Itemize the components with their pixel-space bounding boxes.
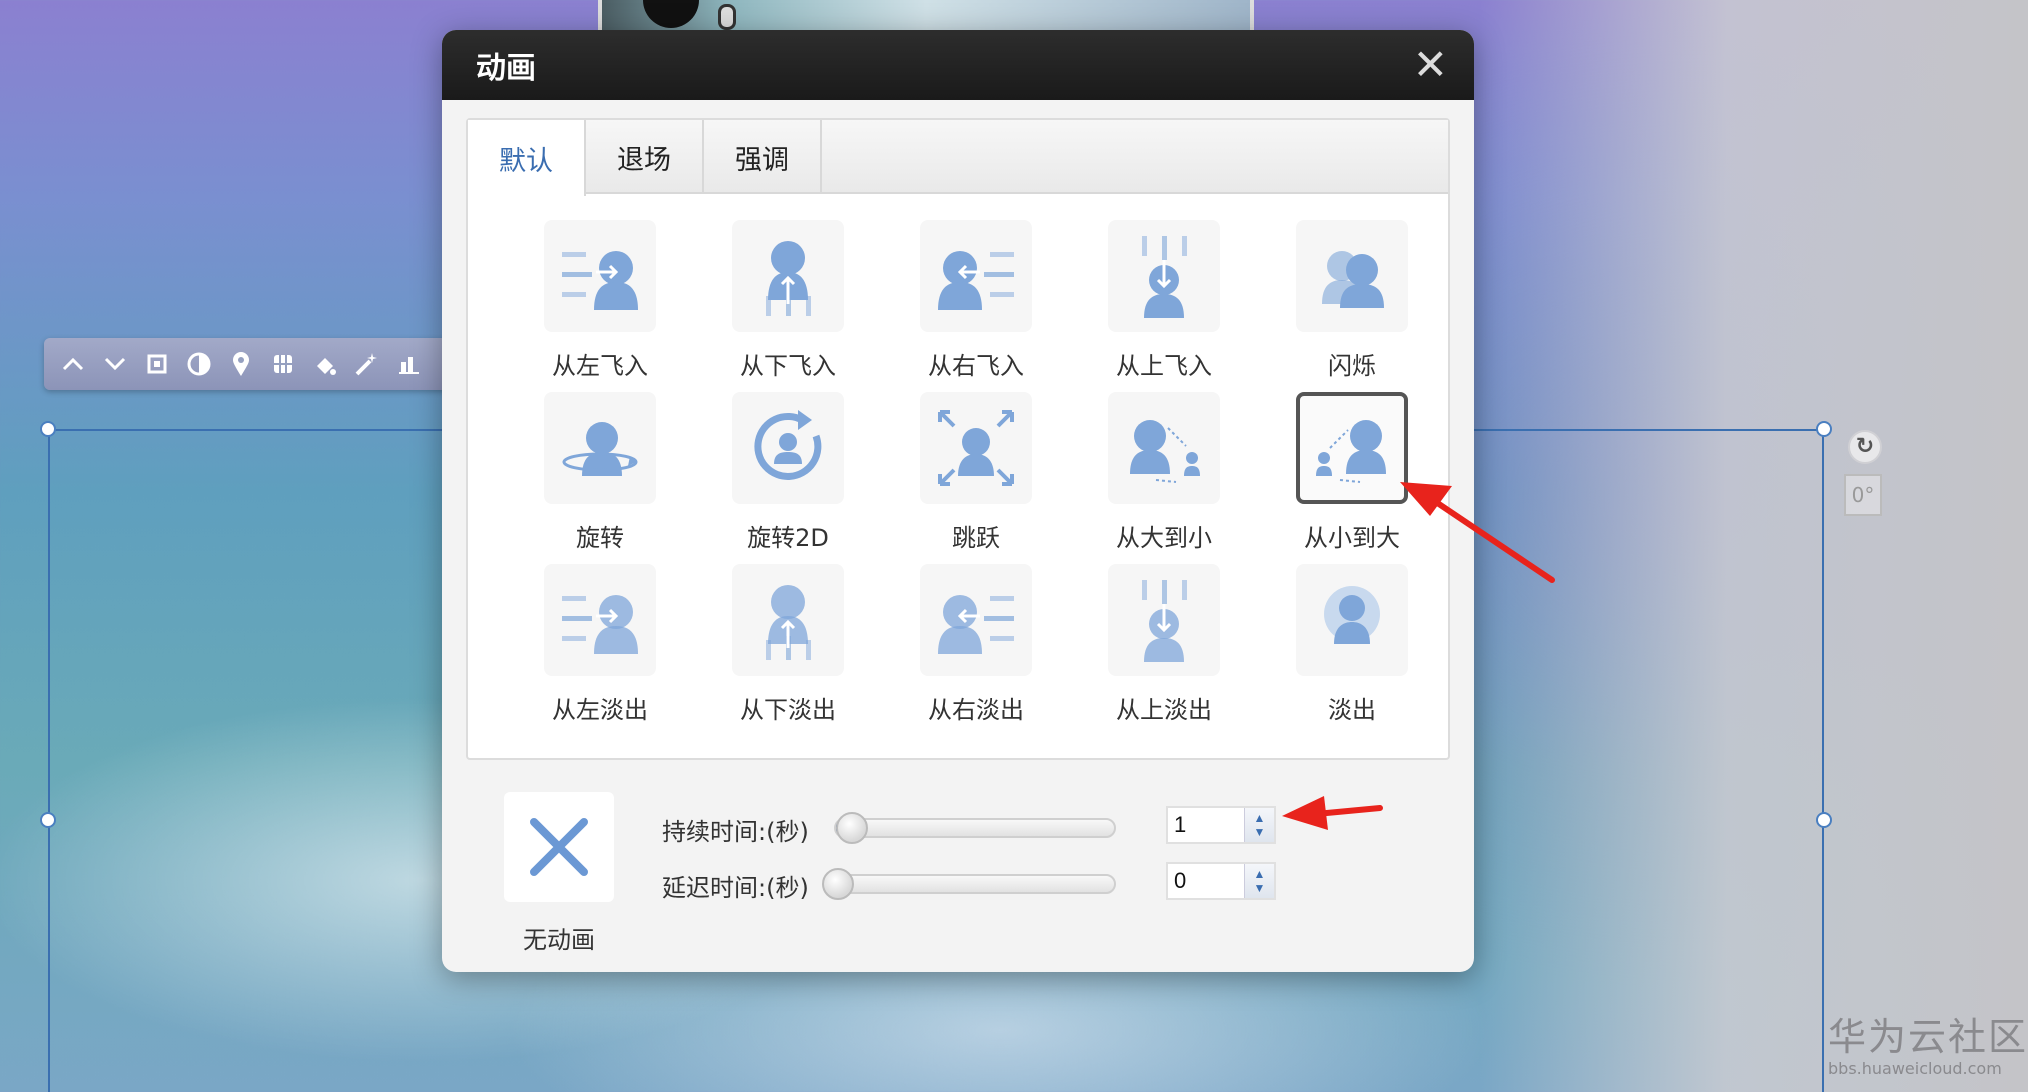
animation-option[interactable]: 从上淡出	[1070, 564, 1258, 736]
spin-down-icon[interactable]: ▼	[1254, 881, 1266, 895]
tab-bar: 默认 退场 强调	[468, 120, 1448, 196]
watermark-url: bbs.huaweicloud.com	[1828, 1059, 2002, 1078]
rotate-icon[interactable]	[544, 392, 656, 504]
animation-label: 淡出	[1328, 696, 1376, 724]
element-toolbar	[44, 338, 454, 390]
fade-out-left-icon[interactable]	[544, 564, 656, 676]
animation-option[interactable]: 从右飞入	[882, 220, 1070, 392]
resize-handle-top-right[interactable]	[1816, 421, 1832, 437]
duration-slider[interactable]	[834, 812, 1116, 844]
jump-icon[interactable]	[920, 392, 1032, 504]
duration-input[interactable]: 1 ▲ ▼	[1166, 806, 1276, 844]
crop-icon[interactable]	[142, 349, 172, 379]
animation-label: 从下飞入	[740, 352, 836, 380]
watermark: 华为云社区 bbs.huaweicloud.com	[1828, 1006, 2028, 1078]
animation-panel: 默认 退场 强调 从左飞入 从下飞入 从右飞入 从上飞入 闪烁 旋转 旋转2D …	[466, 118, 1450, 760]
delay-label: 延迟时间:(秒)	[662, 874, 809, 902]
animation-option[interactable]: 旋转	[506, 392, 694, 564]
animation-grid: 从左飞入 从下飞入 从右飞入 从上飞入 闪烁 旋转 旋转2D 跳跃 从大到小 从…	[506, 220, 1446, 736]
annotation-arrow-icon	[1282, 796, 1383, 830]
animation-option[interactable]: 跳跃	[882, 392, 1070, 564]
animation-label: 从左淡出	[552, 696, 648, 724]
fly-in-top-icon[interactable]	[1108, 220, 1220, 332]
animation-option[interactable]: 闪烁	[1258, 220, 1446, 392]
animation-option[interactable]: 从大到小	[1070, 392, 1258, 564]
annotation-arrow-icon	[1400, 482, 1555, 583]
animation-label: 旋转	[576, 524, 624, 552]
phone-flash	[718, 4, 736, 30]
fly-in-bottom-icon[interactable]	[732, 220, 844, 332]
duration-value: 1	[1174, 812, 1187, 837]
animation-option[interactable]: 从左淡出	[506, 564, 694, 736]
no-animation-label: 无动画	[523, 926, 595, 954]
delay-input[interactable]: 0 ▲ ▼	[1166, 862, 1276, 900]
move-down-icon[interactable]	[100, 349, 130, 379]
resize-handle-top-left[interactable]	[40, 421, 56, 437]
dialog-title: 动画	[476, 51, 536, 86]
animation-label: 旋转2D	[747, 524, 829, 552]
fade-out-right-icon[interactable]	[920, 564, 1032, 676]
close-icon[interactable]: ✕	[1413, 44, 1448, 86]
contrast-icon[interactable]	[184, 349, 214, 379]
duration-spinner[interactable]: ▲ ▼	[1244, 808, 1274, 842]
flash-icon[interactable]	[1296, 220, 1408, 332]
tab-exit[interactable]: 退场	[586, 120, 704, 194]
rotate-icon[interactable]: ↻	[1848, 430, 1882, 464]
zoom-out-icon[interactable]	[1108, 392, 1220, 504]
spin-up-icon[interactable]: ▲	[1254, 867, 1266, 881]
animation-option[interactable]: 从下飞入	[694, 220, 882, 392]
animation-label: 从小到大	[1304, 524, 1400, 552]
animation-option[interactable]: 旋转2D	[694, 392, 882, 564]
delay-slider[interactable]	[822, 868, 1116, 900]
no-animation-button[interactable]	[504, 792, 614, 902]
fly-in-left-icon[interactable]	[544, 220, 656, 332]
animation-option[interactable]: 从下淡出	[694, 564, 882, 736]
delay-slider-knob[interactable]	[822, 868, 854, 900]
duration-slider-knob[interactable]	[835, 812, 868, 844]
grid-icon[interactable]	[268, 349, 298, 379]
animation-option[interactable]: 从右淡出	[882, 564, 1070, 736]
animation-label: 从右飞入	[928, 352, 1024, 380]
animation-label: 从右淡出	[928, 696, 1024, 724]
fly-in-right-icon[interactable]	[920, 220, 1032, 332]
tab-default[interactable]: 默认	[468, 120, 586, 196]
animation-label: 闪烁	[1328, 352, 1376, 380]
animation-label: 跳跃	[952, 524, 1000, 552]
fade-out-top-icon[interactable]	[1108, 564, 1220, 676]
close-x-icon	[530, 818, 588, 876]
animation-option[interactable]: 从左飞入	[506, 220, 694, 392]
dialog-header: 动画 ✕	[442, 30, 1474, 100]
fill-bucket-icon[interactable]	[310, 349, 340, 379]
location-pin-icon[interactable]	[226, 349, 256, 379]
animation-label: 从下淡出	[740, 696, 836, 724]
animation-label: 从上飞入	[1116, 352, 1212, 380]
animation-label: 从上淡出	[1116, 696, 1212, 724]
animation-label: 从左飞入	[552, 352, 648, 380]
tab-emphasis[interactable]: 强调	[704, 120, 822, 194]
animation-label: 从大到小	[1116, 524, 1212, 552]
duration-label: 持续时间:(秒)	[662, 818, 809, 846]
resize-handle-left[interactable]	[40, 812, 56, 828]
spin-up-icon[interactable]: ▲	[1254, 811, 1266, 825]
delay-spinner[interactable]: ▲ ▼	[1244, 864, 1274, 898]
spin-down-icon[interactable]: ▼	[1254, 825, 1266, 839]
animation-option[interactable]: 从上飞入	[1070, 220, 1258, 392]
move-up-icon[interactable]	[58, 349, 88, 379]
magic-wand-icon[interactable]	[352, 349, 382, 379]
resize-handle-right[interactable]	[1816, 812, 1832, 828]
delay-value: 0	[1174, 868, 1187, 893]
watermark-name: 华为云社区	[1828, 1015, 2028, 1059]
rotate-2d-icon[interactable]	[732, 392, 844, 504]
fade-out-bottom-icon[interactable]	[732, 564, 844, 676]
rotation-angle-readout[interactable]: 0°	[1844, 474, 1882, 516]
chart-icon[interactable]	[394, 349, 424, 379]
